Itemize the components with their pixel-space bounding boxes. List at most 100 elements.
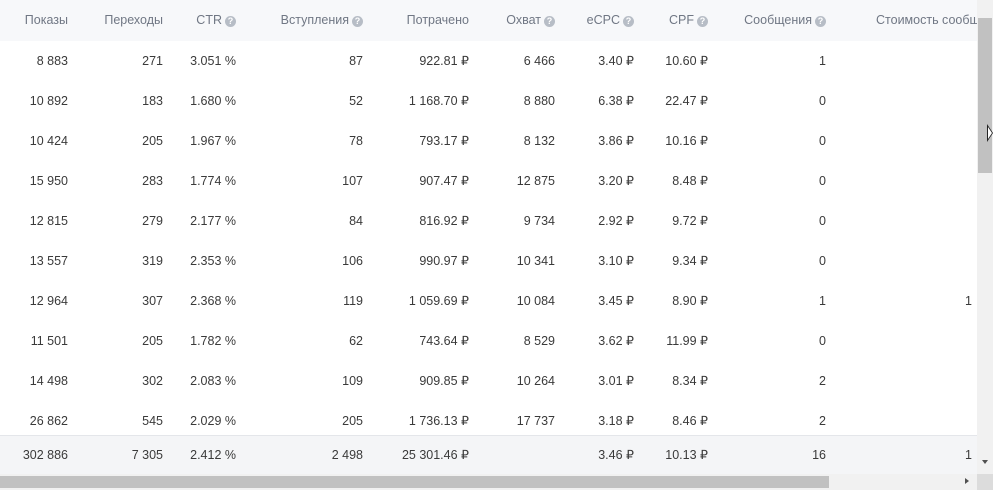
cell-messages: 2 bbox=[819, 414, 826, 428]
help-icon[interactable]: ? bbox=[815, 16, 826, 27]
cell-messages: 1 bbox=[819, 54, 826, 68]
table-row: 15 950 283 1.774 % 107 907.47 ₽ 12 875 3.20 ₽ 8… bbox=[0, 161, 977, 202]
column-header-label: eCPC bbox=[586, 13, 620, 27]
cell-ecpc: 3.45 ₽ bbox=[598, 294, 634, 308]
cell-ctr: 3.051 % bbox=[190, 54, 236, 68]
statistics-table: Показы Переходы CTR? Вступления? Потраче… bbox=[0, 0, 977, 474]
help-icon[interactable]: ? bbox=[697, 16, 708, 27]
cell-spent: 793.17 ₽ bbox=[419, 134, 469, 148]
cell-impressions: 13 557 bbox=[29, 254, 68, 268]
cell-clicks: 205 bbox=[142, 334, 163, 348]
cell-ecpc: 3.86 ₽ bbox=[598, 134, 634, 148]
column-header-reach[interactable]: Охват? bbox=[506, 13, 555, 27]
cell-clicks: 205 bbox=[142, 134, 163, 148]
cell-ecpc: 3.20 ₽ bbox=[598, 174, 634, 188]
table-row: 10 424 205 1.967 % 78 793.17 ₽ 8 132 3.86 ₽ 10.… bbox=[0, 121, 977, 162]
total-messages: 16 bbox=[812, 448, 826, 462]
cell-joins: 62 bbox=[349, 334, 363, 348]
cell-cpf: 10.60 ₽ bbox=[665, 54, 708, 68]
cell-clicks: 307 bbox=[142, 294, 163, 308]
cell-messages: 0 bbox=[819, 254, 826, 268]
table-row: 13 557 319 2.353 % 106 990.97 ₽ 10 341 3.10 ₽ 9… bbox=[0, 241, 977, 282]
cell-impressions: 26 862 bbox=[29, 414, 68, 428]
totals-row: 302 886 7 305 2.412 % 2 498 25 301.46 ₽ … bbox=[0, 435, 977, 474]
column-header-label: Вступления bbox=[280, 13, 349, 27]
cell-spent: 816.92 ₽ bbox=[419, 214, 469, 228]
cell-reach: 9 734 bbox=[523, 214, 555, 228]
total-ctr: 2.412 % bbox=[190, 448, 236, 462]
cell-spent: 990.97 ₽ bbox=[419, 254, 469, 268]
help-icon[interactable]: ? bbox=[544, 16, 555, 27]
column-header-ctr[interactable]: CTR? bbox=[196, 13, 236, 27]
cell-joins: 84 bbox=[349, 214, 363, 228]
cell-reach: 10 341 bbox=[516, 254, 555, 268]
cell-cpf: 8.48 ₽ bbox=[672, 174, 708, 188]
cell-joins: 52 bbox=[349, 94, 363, 108]
cell-spent: 1 168.70 ₽ bbox=[408, 94, 469, 108]
horizontal-scrollbar-thumb[interactable] bbox=[0, 476, 829, 488]
horizontal-scrollbar[interactable] bbox=[0, 474, 977, 490]
help-icon[interactable]: ? bbox=[623, 16, 634, 27]
table-row: 12 815 279 2.177 % 84 816.92 ₽ 9 734 2.92 ₽ 9.7… bbox=[0, 201, 977, 242]
cell-joins: 119 bbox=[343, 294, 363, 308]
cell-messages: 0 bbox=[819, 334, 826, 348]
cell-clicks: 283 bbox=[142, 174, 163, 188]
cell-impressions: 8 883 bbox=[36, 54, 68, 68]
cell-cpf: 8.90 ₽ bbox=[672, 294, 708, 308]
cell-reach: 12 875 bbox=[516, 174, 555, 188]
cell-impressions: 10 892 bbox=[29, 94, 68, 108]
help-icon[interactable]: ? bbox=[225, 16, 236, 27]
cell-clicks: 319 bbox=[142, 254, 163, 268]
cell-cpf: 9.34 ₽ bbox=[672, 254, 708, 268]
cell-messages: 0 bbox=[819, 174, 826, 188]
cell-reach: 8 529 bbox=[523, 334, 555, 348]
cell-ctr: 2.177 % bbox=[190, 214, 236, 228]
column-header-messages[interactable]: Сообщения? bbox=[744, 13, 826, 27]
cell-ecpc: 3.10 ₽ bbox=[598, 254, 634, 268]
scroll-right-arrow-icon[interactable] bbox=[965, 478, 969, 484]
cell-ctr: 1.782 % bbox=[190, 334, 236, 348]
cell-ecpc: 6.38 ₽ bbox=[598, 94, 634, 108]
column-header-cpf[interactable]: CPF? bbox=[669, 13, 708, 27]
table-row: 8 883 271 3.051 % 87 922.81 ₽ 6 466 3.40 ₽ 10.6… bbox=[0, 41, 977, 82]
vertical-scrollbar[interactable] bbox=[977, 0, 993, 474]
cell-clicks: 302 bbox=[142, 374, 163, 388]
cell-ctr: 2.029 % bbox=[190, 414, 236, 428]
cell-messages: 1 bbox=[819, 294, 826, 308]
cell-reach: 8 880 bbox=[523, 94, 555, 108]
cell-messages: 0 bbox=[819, 94, 826, 108]
scroll-down-arrow-icon[interactable] bbox=[982, 460, 988, 464]
cell-ctr: 2.368 % bbox=[190, 294, 236, 308]
cell-joins: 205 bbox=[342, 414, 363, 428]
cell-reach: 10 264 bbox=[516, 374, 555, 388]
column-header-impressions[interactable]: Показы bbox=[25, 13, 68, 27]
cell-reach: 17 737 bbox=[516, 414, 555, 428]
cell-spent: 1 736.13 ₽ bbox=[408, 414, 469, 428]
column-header-label: Сообщения bbox=[744, 13, 812, 27]
column-header-label: Охват bbox=[506, 13, 541, 27]
cell-spent: 907.47 ₽ bbox=[419, 174, 469, 188]
cell-clicks: 183 bbox=[142, 94, 163, 108]
cell-ecpc: 3.01 ₽ bbox=[598, 374, 634, 388]
help-icon[interactable]: ? bbox=[352, 16, 363, 27]
table-row: 12 964 307 2.368 % 119 1 059.69 ₽ 10 084 3.45 … bbox=[0, 281, 977, 322]
vertical-scrollbar-thumb[interactable] bbox=[978, 18, 992, 173]
column-header-message-cost[interactable]: Стоимость сообщения bbox=[876, 13, 977, 27]
table-row: 11 501 205 1.782 % 62 743.64 ₽ 8 529 3.62 ₽ 11.… bbox=[0, 321, 977, 362]
total-message-cost: 1 bbox=[965, 448, 972, 462]
cell-clicks: 545 bbox=[142, 414, 163, 428]
cell-joins: 106 bbox=[342, 254, 363, 268]
cell-messages: 0 bbox=[819, 134, 826, 148]
column-header-joins[interactable]: Вступления? bbox=[281, 13, 363, 27]
column-header-clicks[interactable]: Переходы bbox=[104, 13, 163, 27]
cell-impressions: 11 501 bbox=[30, 334, 68, 348]
table-row: 14 498 302 2.083 % 109 909.85 ₽ 10 264 3.01 ₽ 8… bbox=[0, 361, 977, 402]
table-header: Показы Переходы CTR? Вступления? Потраче… bbox=[0, 0, 977, 42]
total-clicks: 7 305 bbox=[131, 448, 163, 462]
total-joins: 2 498 bbox=[331, 448, 363, 462]
column-header-spent[interactable]: Потрачено bbox=[407, 13, 469, 27]
column-header-label: Потрачено bbox=[406, 13, 469, 27]
cell-joins: 109 bbox=[342, 374, 363, 388]
column-header-ecpc[interactable]: eCPC? bbox=[587, 13, 634, 27]
cell-ctr: 1.774 % bbox=[190, 174, 236, 188]
